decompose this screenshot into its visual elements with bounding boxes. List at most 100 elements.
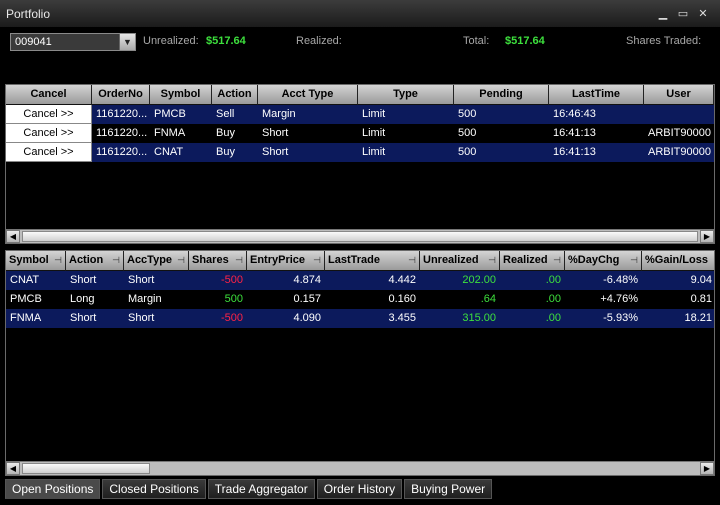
arrow-right-icon[interactable]: ▶ (700, 230, 714, 243)
col-symbol[interactable]: Symbol ⊣ (6, 251, 66, 271)
tab-open-positions[interactable]: Open Positions (5, 479, 101, 499)
col-entryprice[interactable]: EntryPrice ⊣ (247, 251, 325, 271)
col-shares-label: Shares (192, 254, 229, 266)
arrow-left-icon[interactable]: ◀ (6, 230, 20, 243)
tab-trade-aggregator[interactable]: Trade Aggregator (207, 479, 315, 499)
order-type: Limit (362, 146, 386, 158)
col-gainloss[interactable]: %Gain/Loss (642, 251, 714, 271)
col-type[interactable]: Type (358, 85, 454, 105)
table-row[interactable]: PMCB Long Margin 500 0.157 0.160 .64 .00… (6, 290, 714, 309)
maximize-icon[interactable]: ▭ (674, 6, 692, 22)
col-shares[interactable]: Shares ⊣ (189, 251, 247, 271)
minimize-icon[interactable]: ▁ (654, 6, 672, 22)
table-row[interactable]: FNMA Short Short -500 4.090 3.455 315.00… (6, 309, 714, 328)
orders-header: Cancel OrderNo Symbol Action Acct Type T… (6, 85, 714, 105)
col-accttype[interactable]: Acct Type (258, 85, 358, 105)
positions-scroll-thumb[interactable] (22, 463, 150, 474)
pin-icon[interactable]: ⊣ (630, 251, 638, 270)
position-acctype: Short (128, 274, 155, 286)
col-orderno[interactable]: OrderNo (92, 85, 150, 105)
order-accttype: Short (262, 127, 289, 139)
chevron-down-icon[interactable]: ▼ (119, 34, 135, 50)
shares-traded-label: Shares Traded: (626, 35, 702, 47)
pin-icon[interactable]: ⊣ (54, 251, 62, 270)
pin-icon[interactable]: ⊣ (488, 251, 496, 270)
positions-grid: Symbol ⊣ Action ⊣ AccType ⊣ Shares ⊣ EntryPr… (5, 250, 715, 476)
col-lasttrade-label: LastTrade (328, 254, 380, 266)
pin-icon[interactable]: ⊣ (235, 251, 243, 270)
positions-rows: CNAT Short Short -500 4.874 4.442 202.00… (6, 271, 714, 328)
col-realized[interactable]: Realized ⊣ (500, 251, 565, 271)
pin-icon[interactable]: ⊣ (177, 251, 185, 270)
account-select[interactable]: 009041 ▼ (10, 33, 136, 51)
col-cancel[interactable]: Cancel (6, 85, 92, 105)
cancel-order-button[interactable]: Cancel >> (6, 143, 92, 162)
positions-scrollbar[interactable]: ◀ ▶ (6, 461, 714, 475)
col-action-label: Action (69, 254, 104, 266)
col-lasttime[interactable]: LastTime (549, 85, 644, 105)
orders-scrollbar[interactable]: ◀ ▶ (6, 229, 714, 243)
position-daychg: +4.76% (600, 293, 638, 305)
order-action: Buy (216, 146, 235, 158)
orders-rows: Cancel >> 1161220... PMCB Sell Margin Li… (6, 105, 714, 162)
col-acctype[interactable]: AccType ⊣ (124, 251, 189, 271)
pin-icon[interactable]: ⊣ (553, 251, 561, 270)
col-action[interactable]: Action (212, 85, 258, 105)
order-lasttime: 16:41:13 (553, 127, 596, 139)
order-user: ARBIT90000 (648, 127, 711, 139)
col-action[interactable]: Action ⊣ (66, 251, 124, 271)
col-unrealized[interactable]: Unrealized ⊣ (420, 251, 500, 271)
pin-icon[interactable]: ⊣ (408, 251, 416, 270)
position-unrealized: 202.00 (462, 274, 496, 286)
col-pending[interactable]: Pending (454, 85, 549, 105)
col-user[interactable]: User (644, 85, 714, 105)
pin-icon[interactable]: ⊣ (112, 251, 120, 270)
close-icon[interactable]: ✕ (694, 6, 712, 22)
title-bar: Portfolio ▁ ▭ ✕ (0, 0, 720, 28)
order-pending: 500 (458, 146, 477, 158)
table-row[interactable]: Cancel >> 1161220... CNAT Buy Short Limi… (6, 143, 714, 162)
pin-icon[interactable]: ⊣ (313, 251, 321, 270)
arrow-right-icon[interactable]: ▶ (700, 462, 714, 475)
col-acctype-label: AccType (127, 254, 173, 266)
order-accttype: Short (262, 146, 289, 158)
position-last: 3.455 (388, 312, 416, 324)
tab-closed-positions[interactable]: Closed Positions (102, 479, 206, 499)
tab-buying-power[interactable]: Buying Power (404, 479, 493, 499)
position-entry: 4.090 (293, 312, 321, 324)
position-realized: .00 (545, 293, 561, 305)
arrow-left-icon[interactable]: ◀ (6, 462, 20, 475)
total-value: $517.64 (505, 35, 545, 47)
order-type: Limit (362, 127, 386, 139)
table-row[interactable]: Cancel >> 1161220... PMCB Sell Margin Li… (6, 105, 714, 124)
col-daychg[interactable]: %DayChg ⊣ (565, 251, 642, 271)
position-shares: 500 (224, 293, 243, 305)
table-row[interactable]: CNAT Short Short -500 4.874 4.442 202.00… (6, 271, 714, 290)
position-unrealized: 315.00 (462, 312, 496, 324)
orders-scroll-thumb[interactable] (22, 231, 698, 242)
table-row[interactable]: Cancel >> 1161220... FNMA Buy Short Limi… (6, 124, 714, 143)
position-action: Long (70, 293, 95, 305)
window-title: Portfolio (6, 7, 51, 21)
order-pending: 500 (458, 108, 477, 120)
position-entry: 0.157 (293, 293, 321, 305)
order-accttype: Margin (262, 108, 296, 120)
positions-header: Symbol ⊣ Action ⊣ AccType ⊣ Shares ⊣ EntryPr… (6, 251, 714, 271)
order-action: Sell (216, 108, 235, 120)
col-lasttrade[interactable]: LastTrade ⊣ (325, 251, 420, 271)
col-realized-label: Realized (503, 254, 548, 266)
position-symbol: PMCB (10, 293, 42, 305)
order-symbol: PMCB (154, 108, 186, 120)
position-action: Short (70, 274, 97, 286)
col-symbol[interactable]: Symbol (150, 85, 212, 105)
position-gainloss: 9.04 (690, 274, 712, 286)
cancel-order-button[interactable]: Cancel >> (6, 124, 92, 143)
position-gainloss: 0.81 (690, 293, 712, 305)
order-symbol: FNMA (154, 127, 186, 139)
unrealized-label: Unrealized: (143, 35, 199, 47)
tab-order-history[interactable]: Order History (316, 479, 403, 499)
cancel-order-button[interactable]: Cancel >> (6, 105, 92, 124)
total-label: Total: (463, 35, 490, 47)
realized-label: Realized: (296, 35, 342, 47)
position-symbol: FNMA (10, 312, 42, 324)
